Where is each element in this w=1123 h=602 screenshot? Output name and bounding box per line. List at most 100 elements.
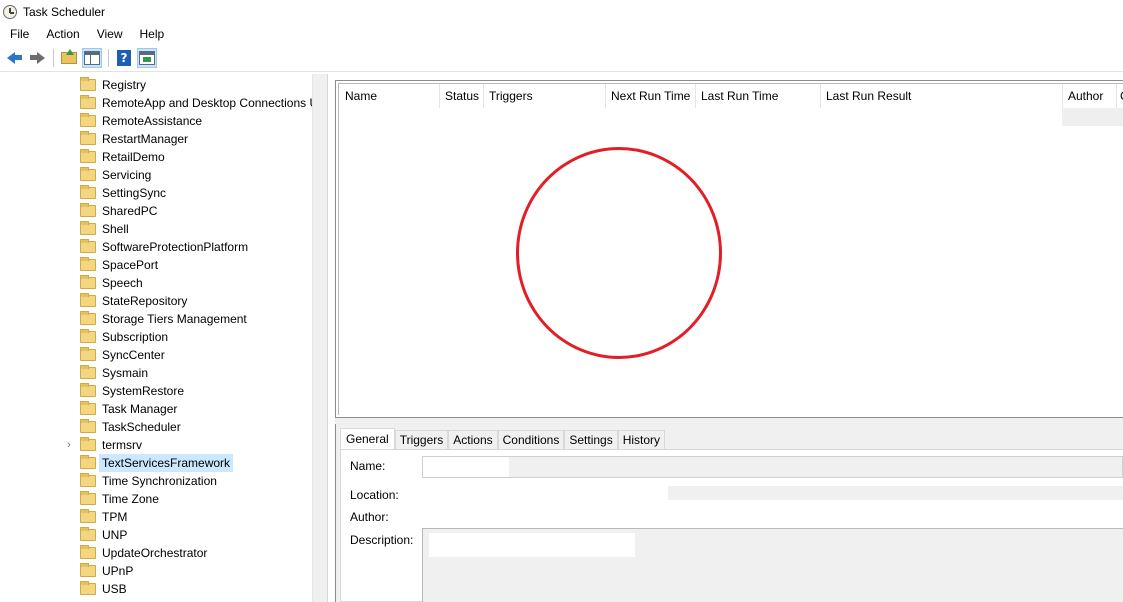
tree-item-label: Registry xyxy=(102,78,147,92)
tree-item[interactable]: Time Zone xyxy=(0,490,312,508)
tab-general[interactable]: General xyxy=(340,428,395,450)
tree-item-label: SpacePort xyxy=(102,258,159,272)
tree-item[interactable]: SettingSync xyxy=(0,184,312,202)
help-icon: ? xyxy=(117,49,131,66)
title-bar: Task Scheduler xyxy=(0,0,1123,24)
tree-item[interactable]: USB xyxy=(0,580,312,598)
tree-item[interactable]: Storage Tiers Management xyxy=(0,310,312,328)
forward-button[interactable] xyxy=(27,48,47,68)
tree-scrollbar[interactable] xyxy=(312,74,327,602)
column-header-last-run-time[interactable]: Last Run Time xyxy=(695,84,820,108)
help-button[interactable]: ? xyxy=(114,48,134,68)
tab-settings[interactable]: Settings xyxy=(564,430,618,450)
column-header-author[interactable]: Author xyxy=(1062,84,1118,108)
tree-item[interactable]: UpdateOrchestrator xyxy=(0,544,312,562)
tree-item[interactable]: › termsrv xyxy=(0,436,312,454)
forward-arrow-icon xyxy=(29,51,45,64)
tree-item-label: SoftwareProtectionPlatform xyxy=(102,240,249,254)
tree-item-label: SyncCenter xyxy=(102,348,165,362)
tab-triggers[interactable]: Triggers xyxy=(394,430,449,450)
task-list: Name Status Triggers Next Run Time Last … xyxy=(338,83,1123,415)
menu-action[interactable]: Action xyxy=(36,24,86,44)
folder-icon xyxy=(80,491,96,505)
tree-item[interactable]: UNP xyxy=(0,526,312,544)
folder-icon xyxy=(80,545,96,559)
folder-icon xyxy=(80,581,96,595)
tree-item[interactable]: Subscription xyxy=(0,328,312,346)
tab-history[interactable]: History xyxy=(617,430,666,450)
red-circle-annotation xyxy=(516,147,722,359)
column-header-next-run-time[interactable]: Next Run Time xyxy=(605,84,695,108)
column-header-last-run-result[interactable]: Last Run Result xyxy=(820,84,1062,108)
menu-help[interactable]: Help xyxy=(130,24,172,44)
toolbar-separator xyxy=(53,48,54,67)
folder-icon xyxy=(80,383,96,397)
tree-item-label: TaskScheduler xyxy=(102,420,181,434)
menu-bar: File Action View Help xyxy=(0,24,1123,44)
tree-item[interactable]: SharedPC xyxy=(0,202,312,220)
expand-chevron-icon[interactable]: › xyxy=(64,436,74,454)
tree-item[interactable]: RemoteApp and Desktop Connections Update xyxy=(0,94,327,112)
tree-item[interactable]: TaskScheduler xyxy=(0,418,312,436)
tree-item[interactable]: Time Synchronization xyxy=(0,472,312,490)
tree-item-label: RetailDemo xyxy=(102,150,165,164)
tree-item[interactable]: SoftwareProtectionPlatform xyxy=(0,238,312,256)
menu-view[interactable]: View xyxy=(87,24,130,44)
tree-item[interactable]: SyncCenter xyxy=(0,346,312,364)
task-scheduler-clock-icon xyxy=(3,5,17,19)
folder-icon xyxy=(80,95,96,109)
tree-item[interactable]: Sysmain xyxy=(0,364,312,382)
tree-item[interactable]: RemoteAssistance xyxy=(0,112,312,130)
tree-item-label: Subscription xyxy=(102,330,169,344)
tree-item[interactable]: StateRepository xyxy=(0,292,312,310)
tree-item-label: TextServicesFramework xyxy=(99,454,234,472)
folder-icon xyxy=(80,131,96,145)
folder-up-icon xyxy=(61,48,77,64)
tree-item-label: UpdateOrchestrator xyxy=(102,546,208,560)
tree-item[interactable]: Shell xyxy=(0,220,312,238)
tab-conditions[interactable]: Conditions xyxy=(497,430,565,450)
tree-item-label: termsrv xyxy=(102,438,142,452)
back-button[interactable] xyxy=(4,48,24,68)
tree-item[interactable]: TPM xyxy=(0,508,312,526)
tree-item[interactable]: Registry xyxy=(0,76,312,94)
tree-item[interactable]: SystemRestore xyxy=(0,382,312,400)
tree-item-label: Sysmain xyxy=(102,366,149,380)
tree-item[interactable]: Task Manager xyxy=(0,400,312,418)
folder-icon xyxy=(80,311,96,325)
toolbar-separator xyxy=(108,48,109,67)
folder-icon xyxy=(80,419,96,433)
show-hide-console-tree-button[interactable] xyxy=(82,47,102,68)
folder-icon xyxy=(80,563,96,577)
tree-item[interactable]: RetailDemo xyxy=(0,148,312,166)
name-field[interactable] xyxy=(422,456,1123,478)
folder-icon xyxy=(80,257,96,271)
tree-item[interactable]: Speech xyxy=(0,274,312,292)
menu-file[interactable]: File xyxy=(0,24,36,44)
author-label: Author: xyxy=(350,510,389,524)
tree-item-label: SystemRestore xyxy=(102,384,185,398)
toolbar: ? xyxy=(0,44,1123,72)
tree-item[interactable]: TextServicesFramework xyxy=(0,454,312,472)
column-header-created[interactable]: C xyxy=(1114,84,1123,108)
show-hide-action-pane-button[interactable] xyxy=(137,47,157,68)
column-header-triggers[interactable]: Triggers xyxy=(483,84,605,108)
description-field[interactable] xyxy=(422,528,1123,602)
tree-item-label: UPnP xyxy=(102,564,134,578)
folder-icon xyxy=(80,329,96,343)
column-header-status[interactable]: Status xyxy=(439,84,483,108)
tab-actions[interactable]: Actions xyxy=(448,430,498,450)
name-label: Name: xyxy=(350,459,386,473)
details-tabs: General Triggers Actions Conditions Sett… xyxy=(340,428,666,450)
tree-item[interactable]: UPnP xyxy=(0,562,312,580)
description-label: Description: xyxy=(350,533,414,547)
folder-icon xyxy=(80,527,96,541)
action-pane-icon xyxy=(139,50,155,65)
tree-item[interactable]: Servicing xyxy=(0,166,312,184)
column-header-name[interactable]: Name xyxy=(339,84,439,108)
up-one-level-button[interactable] xyxy=(59,48,79,68)
tree-item-label: USB xyxy=(102,582,127,596)
tree-item[interactable]: SpacePort xyxy=(0,256,312,274)
folder-icon xyxy=(80,437,96,451)
tree-item[interactable]: RestartManager xyxy=(0,130,312,148)
